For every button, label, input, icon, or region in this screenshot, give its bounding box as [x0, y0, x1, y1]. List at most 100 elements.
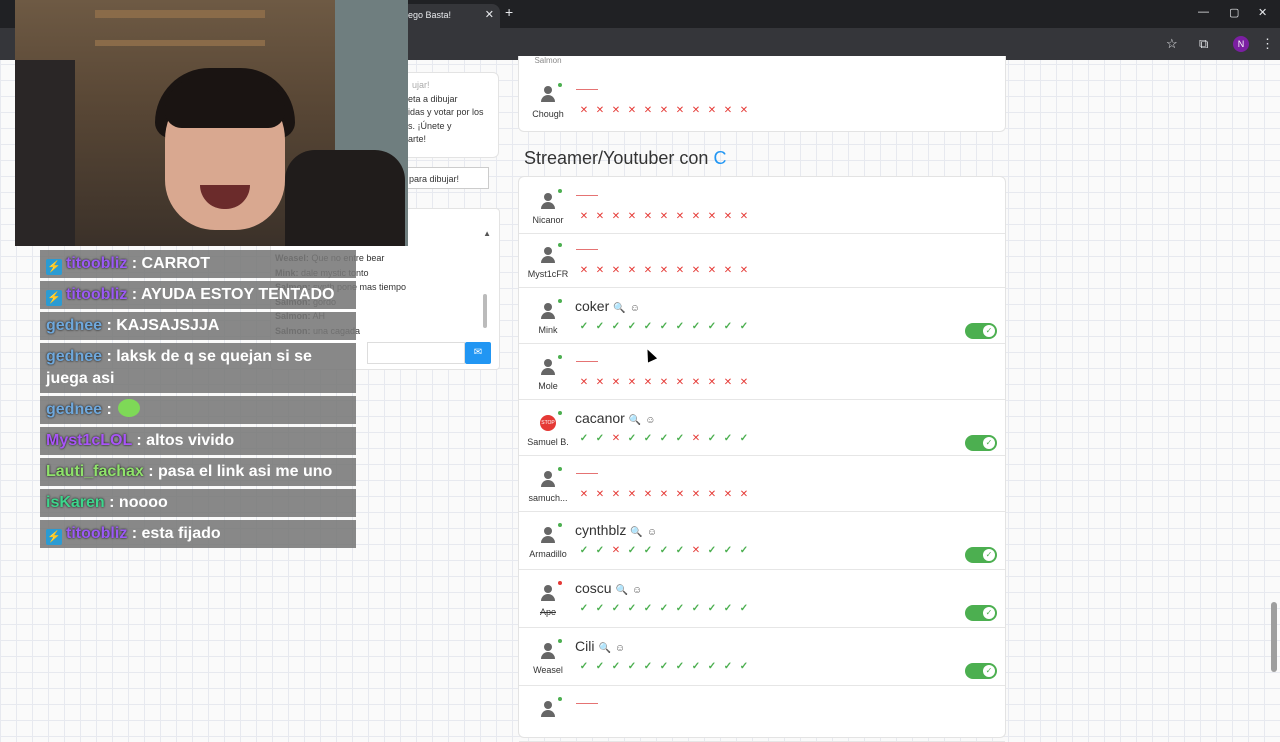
- search-icon[interactable]: 🔍: [630, 527, 642, 538]
- player-row: ✕ ✕ ✕ ✕ ✕ ✕ ✕ ✕ ✕ ✕ ✕ Myst1cFR: [519, 231, 1005, 288]
- search-icon[interactable]: 🔍: [629, 415, 641, 426]
- person-avatar-icon: [540, 193, 556, 209]
- answer-word: Cili 🔍 ☺: [575, 638, 625, 654]
- player-row: ✕ ✕ ✕ ✕ ✕ ✕ ✕ ✕ ✕ ✕ ✕ Nicanor: [519, 177, 1005, 234]
- check-icon: ✓: [675, 661, 685, 672]
- tab-close-icon[interactable]: ✕: [485, 8, 494, 21]
- avatar-body: [541, 480, 555, 487]
- player-row: STOP cacanor 🔍 ☺ ✓ ✓ ✕ ✓ ✓ ✓ ✓ ✕ ✓ ✓ ✓ Samuel B. ✓: [519, 399, 1005, 456]
- vote-toggle[interactable]: ✓: [965, 323, 997, 339]
- empty-answer-line: [576, 249, 598, 250]
- avatar-head: [544, 86, 552, 94]
- x-icon: ✕: [611, 265, 621, 276]
- check-icon: ✓: [707, 661, 717, 672]
- player-row: ✕ ✕ ✕ ✕ ✕ ✕ ✕ ✕ ✕ ✕ ✕ samuch...: [519, 455, 1005, 512]
- category-letter: C: [713, 148, 727, 168]
- check-icon: ✓: [627, 545, 637, 556]
- check-icon: ✓: [707, 545, 717, 556]
- send-message-button[interactable]: ✉: [465, 342, 491, 364]
- x-icon: ✕: [627, 265, 637, 276]
- check-icon: ✓: [739, 321, 749, 332]
- smiley-icon[interactable]: ☺: [615, 643, 625, 654]
- x-icon: ✕: [659, 489, 669, 500]
- chat-input[interactable]: [367, 342, 465, 364]
- profile-avatar[interactable]: N: [1233, 36, 1249, 52]
- chevron-up-icon[interactable]: ▲: [483, 229, 491, 238]
- x-icon: ✕: [627, 211, 637, 222]
- chat-scrollbar[interactable]: [483, 294, 487, 328]
- scrollbar-thumb[interactable]: [1271, 602, 1277, 672]
- x-icon: ✕: [691, 211, 701, 222]
- x-icon: ✕: [675, 377, 685, 388]
- extensions-icon[interactable]: ⧉: [1199, 36, 1208, 52]
- maximize-button[interactable]: ▢: [1229, 6, 1239, 19]
- check-icon: ✓: [723, 661, 733, 672]
- x-icon: ✕: [659, 105, 669, 116]
- emote-icon: [117, 399, 140, 417]
- tab-title: ego Basta!: [408, 10, 452, 20]
- intro-card-title: ujar!: [412, 80, 430, 90]
- search-icon[interactable]: 🔍: [616, 585, 628, 596]
- x-icon: ✕: [723, 105, 733, 116]
- player-row: coker 🔍 ☺ ✓ ✓ ✓ ✓ ✓ ✓ ✓ ✓ ✓ ✓ ✓ Mink ✓: [519, 287, 1005, 344]
- avatar-head: [544, 701, 552, 709]
- stream-chat-text: : pasa el link asi me uno: [143, 463, 333, 480]
- offline-dot: [558, 581, 562, 585]
- minimize-button[interactable]: —: [1198, 6, 1209, 18]
- vote-toggle[interactable]: ✓: [965, 435, 997, 451]
- draw-button[interactable]: para dibujar!: [405, 167, 489, 189]
- check-icon: ✓: [675, 545, 685, 556]
- search-icon[interactable]: 🔍: [598, 643, 610, 654]
- online-dot: [558, 523, 562, 527]
- x-icon: ✕: [739, 211, 749, 222]
- stream-chat-username: titoobliz: [66, 525, 128, 542]
- answer-marks: ✓ ✓ ✕ ✓ ✓ ✓ ✓ ✕ ✓ ✓ ✓: [576, 545, 752, 556]
- bookmark-star-icon[interactable]: ☆: [1166, 36, 1178, 52]
- x-icon: ✕: [595, 105, 605, 116]
- close-window-button[interactable]: ✕: [1258, 6, 1267, 19]
- smiley-icon[interactable]: ☺: [645, 415, 655, 426]
- check-icon: ✓: [611, 603, 621, 614]
- avatar-head: [544, 303, 552, 311]
- badge-icon: ⚡: [46, 529, 62, 545]
- player-row: Cili 🔍 ☺ ✓ ✓ ✓ ✓ ✓ ✓ ✓ ✓ ✓ ✓ ✓ Weasel ✓: [519, 627, 1005, 686]
- category-title: Streamer/Youtuber con C: [524, 148, 726, 169]
- player-row: cynthblz 🔍 ☺ ✓ ✓ ✕ ✓ ✓ ✓ ✓ ✕ ✓ ✓ ✓ Armadillo ✓: [519, 511, 1005, 570]
- check-icon: ✓: [643, 321, 653, 332]
- check-icon: ✓: [659, 603, 669, 614]
- smiley-icon[interactable]: ☺: [647, 527, 657, 538]
- check-icon: ✓: [643, 661, 653, 672]
- stream-chat-text: : altos vivido: [131, 432, 235, 449]
- person-avatar-icon: [540, 303, 556, 319]
- stream-chat-text: : KAJSAJSJJA: [102, 317, 220, 334]
- vote-toggle[interactable]: ✓: [965, 663, 997, 679]
- check-icon: ✓: [579, 545, 589, 556]
- check-icon: ✓: [579, 433, 589, 444]
- smiley-icon[interactable]: ☺: [632, 585, 642, 596]
- new-tab-button[interactable]: +: [505, 4, 513, 20]
- x-icon: ✕: [723, 211, 733, 222]
- check-icon: ✓: [643, 603, 653, 614]
- x-icon: ✕: [707, 377, 717, 388]
- x-icon: ✕: [643, 211, 653, 222]
- player-name: Weasel: [533, 665, 563, 675]
- check-icon: ✓: [643, 433, 653, 444]
- page-scrollbar[interactable]: [1270, 62, 1278, 672]
- check-icon: ✓: [675, 433, 685, 444]
- x-icon: ✕: [675, 489, 685, 500]
- stream-chat-username: gednee: [46, 401, 103, 418]
- x-icon: ✕: [675, 105, 685, 116]
- vote-toggle[interactable]: ✓: [965, 605, 997, 621]
- browser-tab[interactable]: ego Basta! ✕: [400, 4, 500, 28]
- browser-menu-icon[interactable]: ⋮: [1261, 36, 1274, 52]
- online-dot: [558, 467, 562, 471]
- check-icon: ✓: [611, 661, 621, 672]
- shelf: [95, 40, 265, 46]
- check-icon: ✓: [579, 321, 589, 332]
- online-dot: [558, 355, 562, 359]
- smiley-icon[interactable]: ☺: [630, 303, 640, 314]
- x-icon: ✕: [739, 489, 749, 500]
- search-icon[interactable]: 🔍: [613, 303, 625, 314]
- vote-toggle[interactable]: ✓: [965, 547, 997, 563]
- check-icon: ✓: [983, 607, 995, 619]
